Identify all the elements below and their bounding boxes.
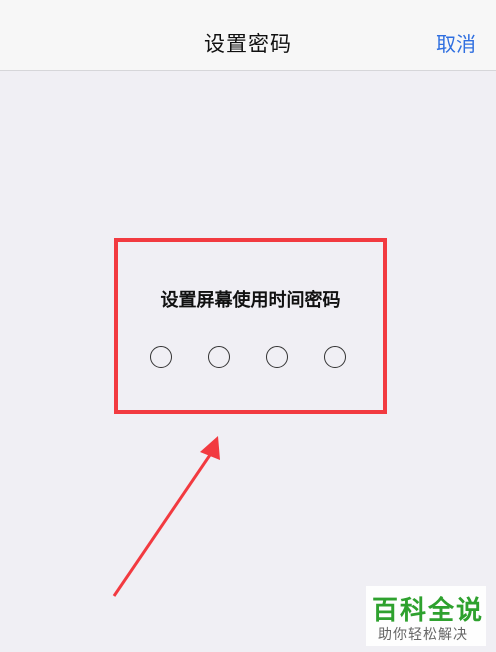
cancel-button[interactable]: 取消 bbox=[436, 28, 476, 57]
passcode-dot bbox=[266, 346, 288, 368]
passcode-dot bbox=[324, 346, 346, 368]
passcode-dot bbox=[208, 346, 230, 368]
navigation-bar: 设置密码 取消 bbox=[0, 0, 496, 71]
page-title: 设置密码 bbox=[204, 32, 292, 56]
passcode-prompt: 设置屏幕使用时间密码 bbox=[160, 290, 341, 311]
watermark-logo: 百科全说 助你轻松解决 bbox=[366, 586, 486, 646]
passcode-dot bbox=[150, 346, 172, 368]
passcode-highlight-box: 设置屏幕使用时间密码 bbox=[114, 238, 387, 414]
watermark-subtitle: 助你轻松解决 bbox=[378, 627, 468, 643]
passcode-dots[interactable] bbox=[118, 346, 383, 372]
watermark-title: 百科全说 bbox=[372, 596, 485, 626]
